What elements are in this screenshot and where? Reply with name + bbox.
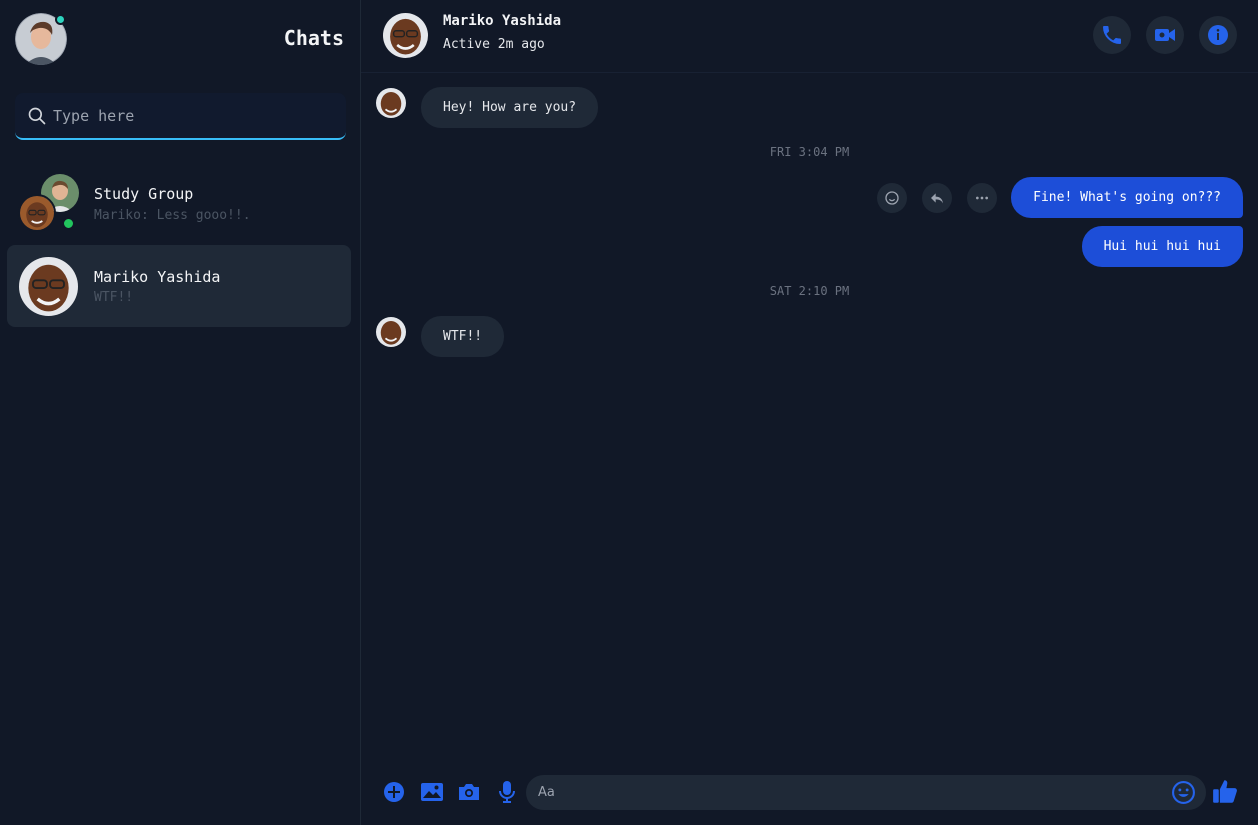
- message-avatar: [376, 317, 406, 347]
- conversation-item-study-group[interactable]: Study Group Mariko: Less gooo!!.: [7, 163, 351, 245]
- message-timestamp: SAT 2:10 PM: [769, 284, 850, 298]
- conversation-preview: WTF!!: [94, 290, 134, 305]
- video-icon: [1155, 29, 1175, 41]
- react-button[interactable]: [877, 183, 907, 213]
- message-timestamp: FRI 3:04 PM: [769, 145, 850, 159]
- chat-header: Mariko Yashida Active 2m ago: [361, 0, 1258, 73]
- call-button[interactable]: [1093, 16, 1131, 54]
- contact-status: Active 2m ago: [443, 37, 545, 52]
- emoji-icon: [885, 191, 899, 205]
- conversation-avatar: [19, 257, 78, 316]
- thumbs-up-icon[interactable]: [1212, 778, 1239, 805]
- group-member-avatar: [18, 194, 56, 232]
- more-options-button[interactable]: [967, 183, 997, 213]
- contact-avatar[interactable]: [383, 13, 428, 58]
- search-input[interactable]: [53, 106, 333, 125]
- image-icon[interactable]: [420, 780, 444, 804]
- emoji-icon[interactable]: [1171, 780, 1196, 805]
- mic-icon[interactable]: [495, 780, 519, 804]
- reply-icon: [931, 193, 943, 204]
- my-avatar[interactable]: [15, 13, 67, 65]
- conversation-preview: Mariko: Less gooo!!.: [94, 208, 251, 223]
- info-button[interactable]: [1199, 16, 1237, 54]
- conversation-name: Study Group: [94, 185, 194, 203]
- search-icon: [28, 107, 46, 124]
- camera-icon[interactable]: [457, 780, 481, 804]
- message-composer[interactable]: [526, 775, 1206, 810]
- phone-icon: [1103, 26, 1121, 44]
- message-bubble-outgoing[interactable]: Fine! What's going on???: [1011, 177, 1243, 218]
- message-input[interactable]: [538, 785, 1138, 800]
- my-online-indicator: [55, 14, 66, 25]
- conversation-name: Mariko Yashida: [94, 268, 221, 286]
- message-avatar: [376, 88, 406, 118]
- conversation-item-mariko-yashida[interactable]: Mariko Yashida WTF!!: [7, 245, 351, 327]
- sidebar-title: Chats: [283, 26, 344, 50]
- video-call-button[interactable]: [1146, 16, 1184, 54]
- message-bubble-incoming[interactable]: WTF!!: [421, 316, 505, 357]
- chat-panel: Mariko Yashida Active 2m ago Hey! How ar…: [361, 0, 1258, 825]
- reply-button[interactable]: [922, 183, 952, 213]
- search-box[interactable]: [15, 93, 346, 140]
- contact-name: Mariko Yashida: [443, 13, 562, 29]
- sidebar: Chats Study Group: [0, 0, 361, 825]
- message-bubble-outgoing[interactable]: Hui hui hui hui: [1081, 226, 1243, 267]
- online-indicator: [62, 217, 75, 230]
- message-bubble-incoming[interactable]: Hey! How are you?: [421, 87, 599, 128]
- plus-icon[interactable]: [382, 780, 406, 804]
- more-icon: [976, 196, 988, 200]
- info-icon: [1208, 25, 1228, 45]
